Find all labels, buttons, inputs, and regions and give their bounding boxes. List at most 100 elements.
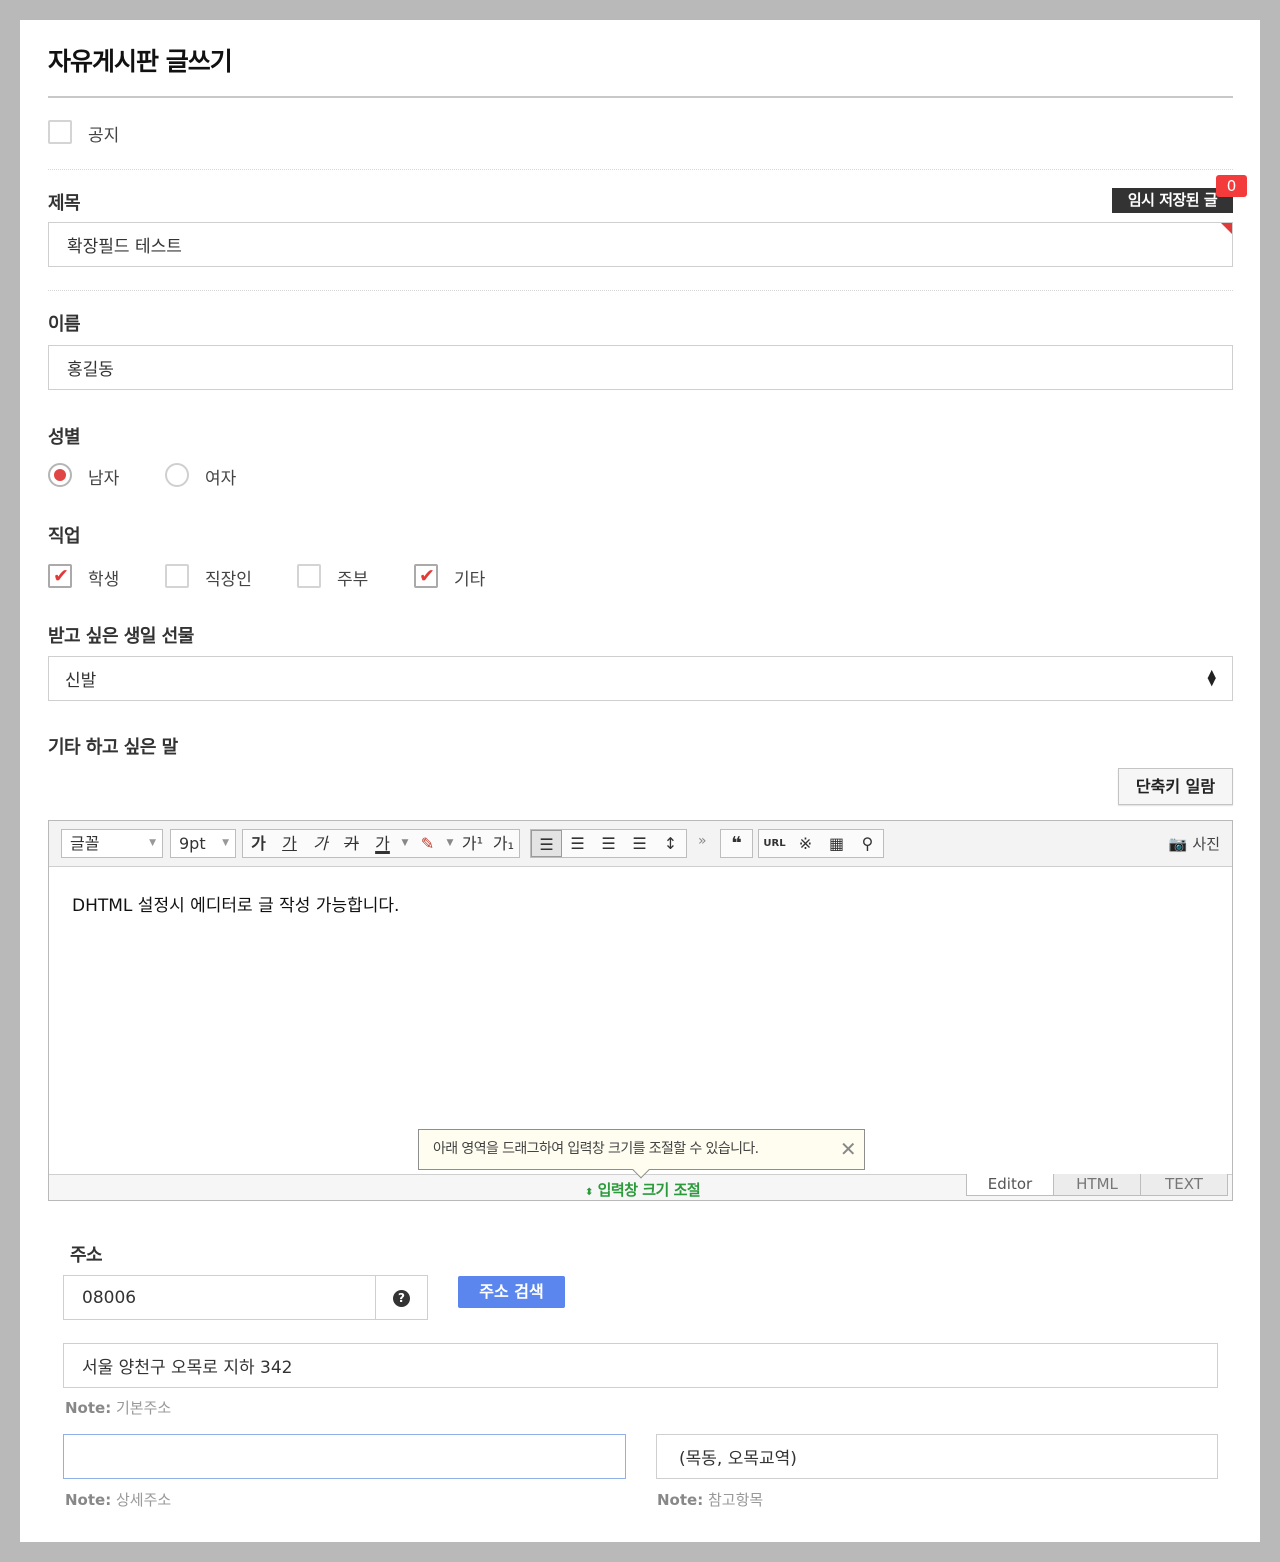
tooltip-text: 아래 영역을 드래그하여 입력창 크기를 조절할 수 있습니다.: [433, 1141, 759, 1157]
job-option-label: 직장인: [205, 570, 252, 590]
subscript-button[interactable]: 가₁: [488, 830, 519, 857]
name-input[interactable]: 홍길동: [48, 345, 1233, 390]
line-height-icon[interactable]: ↕: [655, 830, 686, 857]
photo-button-label: 사진: [1192, 835, 1220, 853]
extra-address-note: Note: 참고항목: [657, 1489, 763, 1510]
temp-saved-count-badge: 0: [1216, 175, 1247, 197]
bold-button[interactable]: 가: [243, 830, 274, 857]
note-text: 기본주소: [115, 1399, 172, 1417]
base-address-value: 서울 양천구 오목로 지하 342: [82, 1358, 293, 1378]
extra-address-input[interactable]: (목동, 오목교역): [656, 1434, 1218, 1479]
check-icon: ✔: [419, 565, 435, 587]
find-replace-icon[interactable]: ⚲: [852, 830, 883, 857]
job-checkbox-student[interactable]: ✔: [48, 564, 72, 588]
divider: [48, 290, 1233, 291]
message-label: 기타 하고 싶은 말: [48, 737, 178, 758]
special-char-icon[interactable]: ※: [790, 830, 821, 857]
required-corner-marker: [1221, 223, 1232, 234]
subject-input[interactable]: 확장필드 테스트: [48, 222, 1233, 267]
job-checkbox-homemaker[interactable]: [297, 564, 321, 588]
font-color-button[interactable]: 가: [367, 830, 398, 857]
strikethrough-button[interactable]: 가: [336, 830, 367, 857]
editor-toolbar: 글꼴 ▼ 9pt ▼ 가 가 가 가 가 ▼ ✎ ▼ 가¹ 가₁ ☰ ☰ ☰ ☰: [49, 821, 1232, 867]
gender-label: 성별: [48, 427, 81, 448]
url-button[interactable]: URL: [759, 830, 790, 857]
note-prefix: Note:: [657, 1491, 704, 1509]
tab-html[interactable]: HTML: [1053, 1174, 1141, 1196]
font-color-dropdown-icon[interactable]: ▼: [398, 830, 412, 857]
font-size-select[interactable]: 9pt ▼: [170, 829, 236, 858]
more-tools-icon[interactable]: »: [698, 833, 707, 849]
temp-saved-button[interactable]: 임시 저장된 글: [1112, 188, 1233, 213]
job-option-label: 학생: [88, 570, 120, 590]
write-form-card: 자유게시판 글쓰기 공지 제목 임시 저장된 글 0 확장필드 테스트 이름 홍…: [20, 20, 1260, 1542]
name-label: 이름: [48, 314, 81, 335]
align-button-group: ☰ ☰ ☰ ☰ ↕: [530, 829, 687, 858]
page-title: 자유게시판 글쓰기: [48, 47, 233, 76]
tab-text[interactable]: TEXT: [1140, 1174, 1228, 1196]
question-circle-icon: ?: [393, 1290, 410, 1307]
notice-label: 공지: [88, 126, 120, 146]
font-size-value: 9pt: [179, 834, 206, 853]
title-divider: [48, 96, 1233, 98]
divider: [48, 169, 1233, 170]
note-text: 참고항목: [707, 1491, 764, 1509]
subject-label: 제목: [48, 193, 81, 214]
editor-content[interactable]: DHTML 설정시 에디터로 글 작성 가능합니다.: [72, 891, 399, 916]
insert-button-group: URL ※ ▦ ⚲: [758, 829, 884, 858]
subject-value: 확장필드 테스트: [67, 237, 182, 257]
address-label: 주소: [70, 1245, 103, 1266]
job-option-label: 주부: [337, 570, 369, 590]
quote-button-group: ❝: [720, 829, 753, 858]
name-value: 홍길동: [67, 360, 114, 380]
tab-editor[interactable]: Editor: [966, 1174, 1054, 1196]
photo-upload-button[interactable]: 📷 사진: [1169, 833, 1220, 854]
dropdown-arrow-icon: ▼: [149, 838, 156, 848]
job-checkbox-office[interactable]: [165, 564, 189, 588]
detail-address-note: Note: 상세주소: [65, 1489, 171, 1510]
font-family-select[interactable]: 글꼴 ▼: [61, 829, 163, 858]
base-address-input[interactable]: 서울 양천구 오목로 지하 342: [63, 1343, 1218, 1388]
note-text: 상세주소: [115, 1491, 172, 1509]
resize-tooltip: 아래 영역을 드래그하여 입력창 크기를 조절할 수 있습니다. ✕: [418, 1129, 865, 1179]
close-icon[interactable]: ✕: [840, 1130, 857, 1168]
address-search-button[interactable]: 주소 검색: [458, 1276, 565, 1308]
postcode-input[interactable]: 08006: [63, 1275, 376, 1320]
gender-radio-female[interactable]: [165, 463, 189, 487]
resize-updown-icon: ⬍: [585, 1187, 593, 1198]
shortcut-list-button[interactable]: 단축키 일람: [1118, 768, 1233, 805]
align-center-icon[interactable]: ☰: [562, 830, 593, 857]
gift-selected-value: 신발: [65, 671, 97, 691]
quote-icon[interactable]: ❝: [721, 830, 752, 857]
resize-handle-label[interactable]: ⬍ 입력창 크기 조절: [585, 1179, 701, 1200]
highlight-dropdown-icon[interactable]: ▼: [443, 830, 457, 857]
resize-label-text: 입력창 크기 조절: [597, 1181, 701, 1199]
align-right-icon[interactable]: ☰: [593, 830, 624, 857]
job-checkbox-other[interactable]: ✔: [414, 564, 438, 588]
extra-address-value: (목동, 오목교역): [679, 1449, 797, 1469]
gift-select[interactable]: 신발 ▲ ▼: [48, 656, 1233, 701]
align-justify-icon[interactable]: ☰: [624, 830, 655, 857]
note-prefix: Note:: [65, 1399, 112, 1417]
rich-text-editor: 글꼴 ▼ 9pt ▼ 가 가 가 가 가 ▼ ✎ ▼ 가¹ 가₁ ☰ ☰ ☰ ☰: [48, 820, 1233, 1201]
job-label: 직업: [48, 526, 81, 547]
base-address-note: Note: 기본주소: [65, 1397, 171, 1418]
align-left-icon[interactable]: ☰: [531, 830, 562, 857]
highlight-color-icon[interactable]: ✎: [412, 830, 443, 857]
italic-button[interactable]: 가: [305, 830, 336, 857]
font-select-value: 글꼴: [70, 834, 100, 853]
gender-option-label: 여자: [205, 469, 237, 489]
radio-dot: [54, 469, 66, 481]
job-option-label: 기타: [454, 570, 486, 590]
note-prefix: Note:: [65, 1491, 112, 1509]
detail-address-input[interactable]: [63, 1434, 626, 1479]
gender-radio-male[interactable]: [48, 463, 72, 487]
superscript-button[interactable]: 가¹: [457, 830, 488, 857]
table-icon[interactable]: ▦: [821, 830, 852, 857]
camera-icon: 📷: [1168, 835, 1188, 853]
notice-checkbox[interactable]: [48, 120, 72, 144]
select-updown-icon: ▲ ▼: [1207, 667, 1216, 688]
check-icon: ✔: [53, 565, 69, 587]
underline-button[interactable]: 가: [274, 830, 305, 857]
postcode-help-button[interactable]: ?: [375, 1275, 428, 1320]
